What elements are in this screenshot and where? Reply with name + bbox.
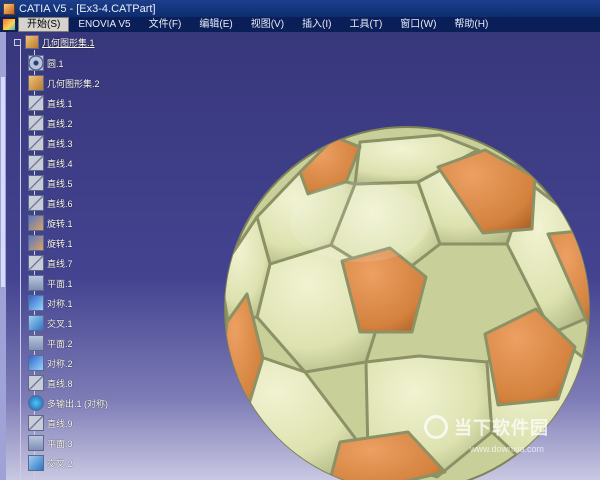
tree-node-label: 直线.1: [47, 98, 73, 109]
tree-node-label: 旋转.1: [47, 218, 73, 229]
tree-node[interactable]: 直线.5: [28, 174, 73, 192]
circle-icon: [28, 55, 44, 71]
tree-node-label: 直线.2: [47, 118, 73, 129]
tree-node[interactable]: 对称.2: [28, 354, 73, 372]
menu-enovia[interactable]: ENOVIA V5: [69, 17, 139, 32]
symmetry-icon: [28, 355, 44, 371]
tree-node[interactable]: 圆.1: [28, 54, 64, 72]
line-icon: [28, 95, 44, 111]
tree-node[interactable]: 几何图形集.2: [28, 74, 100, 92]
watermark-logo-icon: [424, 415, 448, 439]
tree-node-label: 旋转.1: [47, 238, 73, 249]
tree-node[interactable]: 平面.1: [28, 274, 73, 292]
plane-icon: [28, 275, 44, 291]
intersection-icon: [28, 455, 44, 471]
rotate-icon: [28, 235, 44, 251]
tree-node-label: 对称.2: [47, 358, 73, 369]
menu-start[interactable]: 开始(S): [18, 17, 70, 32]
specification-tree: 几何图形集.1 圆.1 几何图形集.2 直线.1 直线.2 直线.3 直线.4 …: [0, 32, 240, 480]
menu-bar: 开始(S) ENOVIA V5 文件(F) 编辑(E) 视图(V) 插入(I) …: [0, 17, 600, 32]
symmetry-icon: [28, 295, 44, 311]
tree-node-label: 直线.6: [47, 198, 73, 209]
intersection-icon: [28, 315, 44, 331]
tree-node[interactable]: 多输出.1 (对称): [28, 394, 108, 412]
line-icon: [28, 155, 44, 171]
menu-help[interactable]: 帮助(H): [445, 17, 497, 32]
window-title: CATIA V5 - [Ex3-4.CATPart]: [19, 2, 156, 15]
watermark: 当下软件园: [424, 414, 549, 440]
tree-node[interactable]: 直线.8: [28, 374, 73, 392]
tree-node-label: 对称.1: [47, 298, 73, 309]
tree-node[interactable]: 直线.7: [28, 254, 73, 272]
plane-icon: [28, 335, 44, 351]
line-icon: [28, 175, 44, 191]
line-icon: [28, 375, 44, 391]
tree-node-label: 圆.1: [47, 58, 64, 69]
line-icon: [28, 255, 44, 271]
geometrical-set-icon: [25, 35, 39, 49]
tree-expander[interactable]: [14, 38, 21, 46]
tree-node-label: 交叉.1: [47, 318, 73, 329]
tree-branch-line: [20, 44, 21, 480]
line-icon: [28, 195, 44, 211]
catia-app-icon: [3, 2, 15, 15]
tree-node[interactable]: 交叉.1: [28, 314, 73, 332]
menu-view[interactable]: 视图(V): [242, 17, 293, 32]
multi-output-icon: [28, 395, 44, 411]
line-icon: [28, 415, 44, 431]
tree-node-label: 交叉.2: [47, 458, 73, 469]
tree-node[interactable]: 直线.6: [28, 194, 73, 212]
watermark-text: 当下软件园: [454, 418, 549, 438]
tree-node[interactable]: 直线.1: [28, 94, 73, 112]
menu-tools[interactable]: 工具(T): [341, 17, 392, 32]
tree-node[interactable]: 直线.4: [28, 154, 73, 172]
title-bar: CATIA V5 - [Ex3-4.CATPart]: [0, 0, 600, 17]
menu-window[interactable]: 窗口(W): [391, 17, 445, 32]
menu-file[interactable]: 文件(F): [140, 17, 191, 32]
tree-node-label: 几何图形集.1: [42, 37, 95, 48]
line-icon: [28, 135, 44, 151]
menu-insert[interactable]: 插入(I): [293, 17, 340, 32]
tree-node[interactable]: 旋转.1: [28, 234, 73, 252]
tree-node-label: 平面.3: [47, 438, 73, 449]
tree-node-label: 几何图形集.2: [47, 78, 100, 89]
tree-node[interactable]: 直线.2: [28, 114, 73, 132]
tree-node-label: 平面.2: [47, 338, 73, 349]
geometrical-set-icon: [28, 75, 44, 91]
tree-node[interactable]: 对称.1: [28, 294, 73, 312]
tree-node[interactable]: 直线.3: [28, 134, 73, 152]
tree-node-label: 直线.9: [47, 418, 73, 429]
catia-logo-icon[interactable]: [2, 18, 16, 31]
tree-node-label: 多输出.1 (对称): [47, 398, 109, 409]
menu-edit[interactable]: 编辑(E): [190, 17, 241, 32]
rotate-icon: [28, 215, 44, 231]
tree-node[interactable]: 旋转.1: [28, 214, 73, 232]
watermark-url: www.downxia.com: [470, 444, 545, 454]
tree-node[interactable]: 交叉.2: [28, 454, 73, 472]
tree-node[interactable]: 直线.9: [28, 414, 73, 432]
tree-node-label: 直线.3: [47, 138, 73, 149]
tree-node-label: 直线.4: [47, 158, 73, 169]
tree-node-label: 平面.1: [47, 278, 73, 289]
tree-node[interactable]: 平面.3: [28, 434, 73, 452]
tree-node-label: 直线.8: [47, 378, 73, 389]
tree-node-label: 直线.5: [47, 178, 73, 189]
tree-node[interactable]: 平面.2: [28, 334, 73, 352]
tree-node-label: 直线.7: [47, 258, 73, 269]
line-icon: [28, 115, 44, 131]
tree-root[interactable]: 几何图形集.1: [14, 33, 95, 51]
plane-icon: [28, 435, 44, 451]
